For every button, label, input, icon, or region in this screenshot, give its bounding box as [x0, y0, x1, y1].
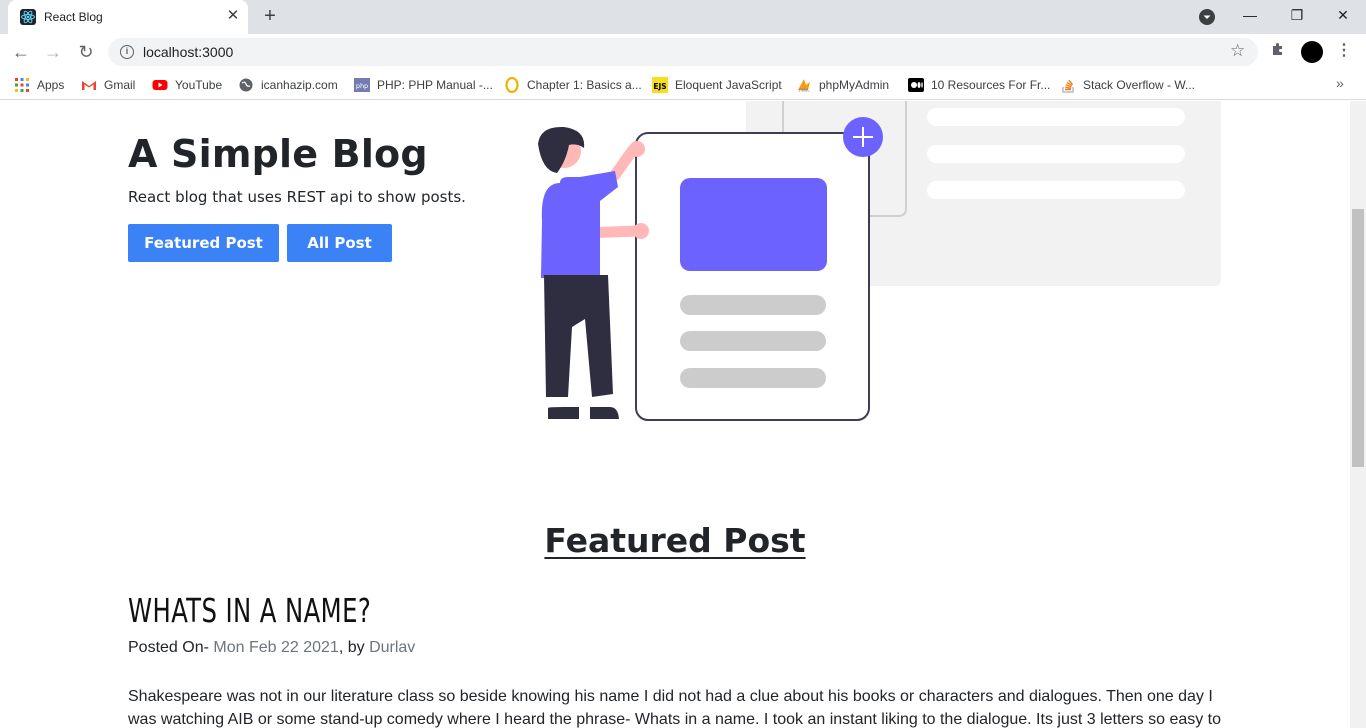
tab-search-icon[interactable]	[1199, 9, 1215, 25]
react-favicon-icon	[20, 9, 36, 25]
apps-grid-icon	[14, 77, 30, 93]
bookmark-phpmyadmin[interactable]: PMA phpMyAdmin	[796, 77, 889, 94]
bookmark-10-resources[interactable]: 10 Resources For Fr...	[908, 77, 1050, 93]
opera-icon	[504, 76, 520, 94]
featured-post-button[interactable]: Featured Post	[128, 224, 279, 262]
minimize-window-icon[interactable]: —	[1237, 4, 1263, 26]
page-viewport: A Simple Blog React blog that uses REST …	[0, 101, 1350, 728]
close-window-icon[interactable]: ✕	[1330, 4, 1356, 26]
hero-subtitle: React blog that uses REST api to show po…	[128, 188, 466, 206]
globe-icon	[238, 77, 254, 93]
site-info-icon[interactable]: i	[120, 45, 134, 59]
svg-text:PMA: PMA	[799, 88, 810, 93]
page-scrollbar[interactable]	[1350, 101, 1366, 728]
tab-strip: React Blog ✕ + — ❐ ✕	[0, 0, 1366, 34]
posted-on-label: Posted On-	[128, 639, 209, 656]
post-author: Durlav	[369, 639, 416, 656]
hero-illustration	[520, 101, 1240, 431]
restore-window-icon[interactable]: ❐	[1284, 4, 1310, 26]
phpmyadmin-icon: PMA	[796, 77, 812, 94]
svg-text:php: php	[356, 82, 368, 90]
php-icon: php	[354, 77, 370, 93]
bookmark-apps[interactable]: Apps	[14, 77, 64, 93]
svg-text:EJS: EJS	[653, 82, 666, 91]
scrollbar-thumb[interactable]	[1352, 209, 1364, 467]
browser-tab[interactable]: React Blog ✕	[8, 0, 248, 34]
post-excerpt: Shakespeare was not in our literature cl…	[128, 688, 1222, 728]
stackoverflow-icon	[1060, 77, 1076, 93]
close-tab-icon[interactable]: ✕	[224, 7, 242, 25]
profile-avatar[interactable]	[1301, 41, 1323, 63]
bookmark-php-manual[interactable]: php PHP: PHP Manual -...	[354, 77, 493, 93]
featured-post-heading: Featured Post	[544, 521, 806, 560]
reload-icon[interactable]: ↻	[75, 41, 97, 63]
bookmarks-bar: Apps Gmail YouTube icanhazip.com php PHP…	[0, 70, 1366, 100]
bookmark-youtube[interactable]: YouTube	[152, 77, 222, 93]
hero-title: A Simple Blog	[128, 132, 428, 176]
bookmark-icanhazip[interactable]: icanhazip.com	[238, 77, 338, 93]
back-arrow-icon[interactable]: ←	[10, 41, 32, 63]
post-date: Mon Feb 22 2021	[213, 639, 339, 656]
bookmark-star-icon[interactable]: ☆	[1230, 41, 1245, 61]
bookmark-gmail[interactable]: Gmail	[81, 77, 135, 93]
ejs-icon: EJS	[652, 77, 668, 93]
post-meta: Posted On- Mon Feb 22 2021, by Durlav	[128, 639, 415, 657]
extensions-puzzle-icon[interactable]	[1270, 41, 1286, 61]
medium-icon	[908, 77, 924, 93]
address-bar[interactable]: i localhost:3000 ☆	[108, 38, 1258, 66]
more-bookmarks-chevron-icon[interactable]: »	[1336, 75, 1344, 91]
bookmark-chapter-1[interactable]: Chapter 1: Basics a...	[504, 76, 642, 94]
tab-title: React Blog	[44, 10, 103, 24]
youtube-icon	[152, 77, 168, 93]
new-tab-button[interactable]: +	[259, 6, 281, 28]
browser-toolbar: ← → ↻ i localhost:3000 ☆ ⋮	[0, 34, 1366, 70]
bookmark-stack-overflow[interactable]: Stack Overflow - W...	[1060, 77, 1195, 93]
by-label: , by	[338, 639, 365, 656]
bookmark-eloquent-js[interactable]: EJS Eloquent JavaScript	[652, 77, 782, 93]
post-title[interactable]: WHATS IN A NAME?	[128, 591, 371, 630]
url-text[interactable]: localhost:3000	[143, 44, 233, 60]
all-post-button[interactable]: All Post	[287, 224, 392, 262]
gmail-icon	[81, 77, 97, 93]
forward-arrow-icon[interactable]: →	[42, 41, 64, 63]
kebab-menu-icon[interactable]: ⋮	[1336, 40, 1352, 60]
